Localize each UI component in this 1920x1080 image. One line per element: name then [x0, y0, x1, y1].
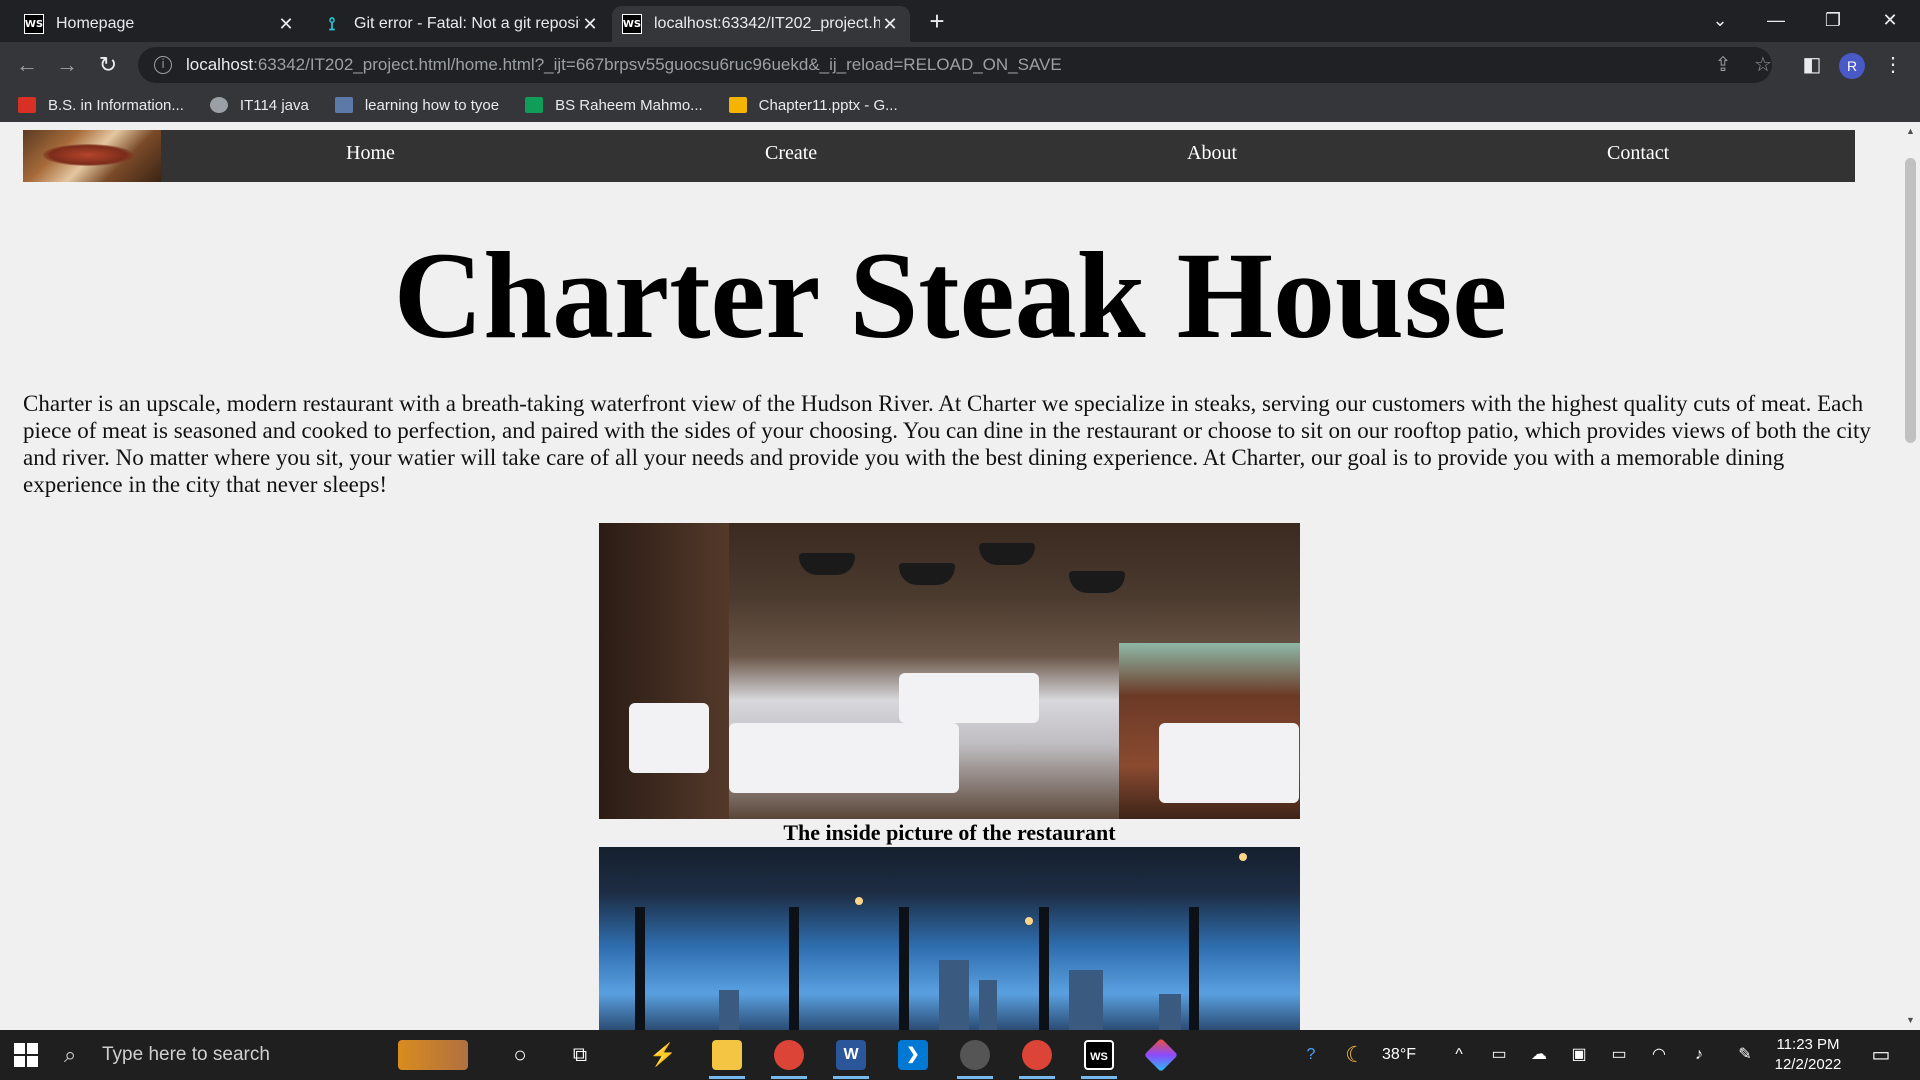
page-title: Charter Steak House [393, 227, 1508, 364]
restore-button[interactable]: ❐ [1813, 4, 1853, 36]
taskbar-search-box[interactable]: ⌕ Type here to search [64, 1030, 270, 1080]
search-placeholder: Type here to search [102, 1044, 270, 1065]
tumblr-icon [334, 97, 353, 113]
gitkraken-icon[interactable] [1144, 1038, 1178, 1072]
tab-title: Homepage [56, 15, 135, 32]
vertical-scrollbar[interactable]: ▲ ▼ [1901, 122, 1920, 1030]
bookmark-item[interactable]: Chapter11.pptx - G... [728, 96, 898, 114]
new-tab-button[interactable]: + [922, 6, 952, 36]
flag-icon [18, 97, 36, 113]
scroll-down-icon[interactable]: ▼ [1905, 1015, 1916, 1025]
close-icon[interactable]: ✕ [880, 14, 900, 35]
rooftop-view-image [599, 847, 1300, 1030]
bookmark-label: B.S. in Information... [48, 96, 184, 114]
bookmark-item[interactable]: B.S. in Information... [18, 97, 184, 114]
pen-icon[interactable]: ✎ [1732, 1030, 1758, 1080]
tab-homepage[interactable]: WS Homepage ✕ [14, 6, 306, 42]
help-icon[interactable]: ? [1296, 1030, 1326, 1080]
github-icon[interactable] [960, 1040, 990, 1070]
side-panel-icon[interactable]: ◧ [1797, 50, 1827, 80]
network-monitor-icon[interactable]: ▣ [1566, 1030, 1592, 1080]
sheets-icon [525, 97, 544, 113]
site-navbar: Home Create About Contact [23, 130, 1855, 182]
vscode-icon[interactable]: ❯ [898, 1040, 928, 1070]
browser-toolbar: ← → ↻ i localhost :63342/IT202_project.h… [0, 42, 1920, 88]
cortana-icon[interactable]: ○ [505, 1040, 535, 1070]
git-icon: ⟟ [328, 13, 336, 34]
search-icon: ⌕ [64, 1042, 77, 1067]
tab-title: Git error - Fatal: Not a git repositor [354, 15, 580, 32]
tab-title: localhost:63342/IT202_project.html [654, 15, 880, 32]
page-viewport: Home Create About Contact Charter Steak … [0, 122, 1901, 1030]
close-window-button[interactable]: ✕ [1870, 4, 1910, 36]
windows-start-icon[interactable] [14, 1043, 38, 1067]
meet-now-icon[interactable]: ▭ [1486, 1030, 1512, 1080]
minimize-button[interactable]: — [1756, 4, 1796, 36]
battery-icon[interactable]: ▭ [1606, 1030, 1632, 1080]
notification-icon[interactable]: ▭ [1866, 1030, 1896, 1080]
chrome-profile-icon[interactable] [1022, 1040, 1052, 1070]
weather-moon-icon[interactable]: ☾ [1340, 1030, 1370, 1080]
menu-kebab-icon[interactable]: ⋮ [1878, 50, 1908, 80]
volume-icon[interactable]: ♪ [1686, 1030, 1712, 1080]
bookmark-label: learning how to tyoe [364, 96, 500, 114]
tab-git-error[interactable]: ⟟ Git error - Fatal: Not a git repositor… [312, 6, 610, 42]
system-clock[interactable]: 11:23 PM 12/2/2022 [1760, 1035, 1856, 1075]
bookmark-label: IT114 java [239, 96, 309, 114]
reload-icon[interactable]: ↻ [93, 50, 123, 80]
task-view-icon[interactable]: ⧉ [565, 1040, 595, 1070]
windows-taskbar: ⌕ Type here to search ○ ⧉ ⚡ W ❯ WS ? ☾ 3… [0, 1030, 1920, 1080]
chrome-icon[interactable] [774, 1040, 804, 1070]
tab-localhost[interactable]: WS localhost:63342/IT202_project.html ✕ [612, 6, 910, 42]
clock-date: 12/2/2022 [1774, 1056, 1842, 1073]
globe-icon [209, 97, 228, 113]
star-icon[interactable]: ☆ [1748, 50, 1778, 80]
address-bar[interactable]: i localhost :63342/IT202_project.html/ho… [138, 47, 1772, 83]
scroll-up-icon[interactable]: ▲ [1905, 126, 1916, 136]
webstorm-icon: WS [622, 14, 642, 34]
close-icon[interactable]: ✕ [276, 14, 296, 35]
bookmarks-bar: B.S. in Information... IT114 java learni… [0, 88, 1920, 122]
image-caption: The inside picture of the restaurant [783, 820, 1116, 845]
bookmark-label: Chapter11.pptx - G... [758, 96, 898, 114]
slides-icon [728, 97, 747, 113]
bookmark-label: BS Raheem Mahmo... [555, 96, 703, 114]
bookmark-item[interactable]: BS Raheem Mahmo... [525, 97, 703, 114]
nav-link-contact[interactable]: Contact [1607, 130, 1669, 182]
webstorm-icon[interactable]: WS [1084, 1040, 1114, 1070]
webstorm-icon: WS [24, 14, 44, 34]
clock-time: 11:23 PM [1776, 1036, 1840, 1053]
url-host: localhost [186, 55, 254, 74]
nav-link-create[interactable]: Create [765, 130, 817, 182]
file-explorer-icon[interactable] [712, 1040, 742, 1070]
url-path: :63342/IT202_project.html/home.html?_ijt… [253, 55, 1062, 74]
weather-temp[interactable]: 38°F [1374, 1030, 1424, 1080]
tab-search-icon[interactable]: ⌄ [1700, 4, 1740, 36]
word-icon[interactable]: W [836, 1040, 866, 1070]
chevron-up-icon[interactable]: ^ [1446, 1030, 1472, 1080]
site-info-icon[interactable]: i [154, 56, 172, 74]
browser-tab-strip: WS Homepage ✕ ⟟ Git error - Fatal: Not a… [0, 0, 1920, 42]
scrollbar-thumb[interactable] [1905, 158, 1916, 443]
wifi-icon[interactable]: ◠ [1646, 1030, 1672, 1080]
nav-link-home[interactable]: Home [346, 130, 395, 182]
search-highlight-icon[interactable] [398, 1040, 468, 1070]
profile-avatar[interactable]: R [1839, 53, 1865, 79]
onedrive-icon[interactable]: ☁ [1526, 1030, 1552, 1080]
logo-image [23, 130, 161, 182]
nav-link-about[interactable]: About [1187, 130, 1237, 182]
close-icon[interactable]: ✕ [580, 14, 600, 35]
terminal-icon[interactable]: ⚡ [648, 1040, 678, 1070]
restaurant-interior-image [599, 523, 1300, 819]
bookmark-item[interactable]: IT114 java [209, 96, 309, 114]
intro-paragraph: Charter is an upscale, modern restaurant… [23, 391, 1871, 497]
bookmark-item[interactable]: learning how to tyoe [334, 96, 500, 114]
forward-arrow-icon[interactable]: → [52, 50, 82, 80]
share-icon[interactable]: ⇪ [1708, 50, 1738, 80]
back-arrow-icon[interactable]: ← [12, 50, 42, 80]
